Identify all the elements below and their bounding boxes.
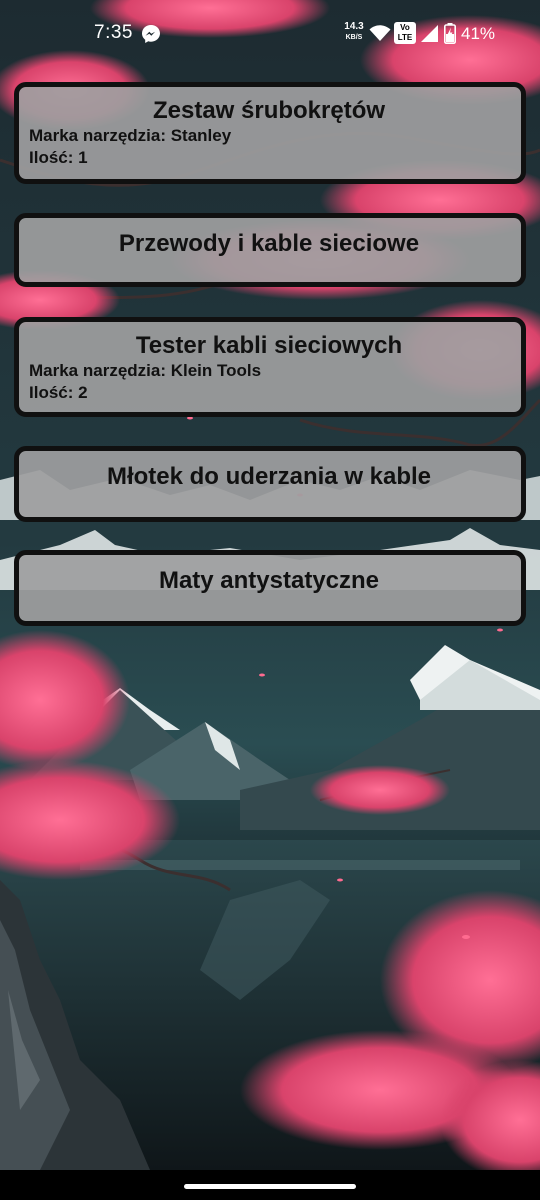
tool-name: Maty antystatyczne [158, 567, 380, 594]
tool-name: Zestaw śrubokrętów [152, 97, 386, 124]
network-speed-value: 14.3 [344, 21, 364, 32]
status-bar: 7:35 14.3 KB/S Vo LTE 41% [0, 0, 540, 68]
messenger-icon [142, 25, 160, 43]
volte-icon: Vo LTE [394, 22, 416, 44]
volte-top: Vo [400, 23, 410, 32]
battery-percent: 41% [461, 24, 496, 43]
volte-bottom: LTE [397, 33, 413, 42]
tool-card-cable-tester[interactable]: Tester kabli sieciowych Marka narzędzia:… [14, 317, 526, 417]
tool-card-network-cables[interactable]: Przewody i kable sieciowe [14, 213, 526, 287]
tool-card-punch-down-tool[interactable]: Młotek do uderzania w kable [14, 446, 526, 522]
navigation-bar [0, 1170, 540, 1200]
battery-charging-icon [444, 23, 456, 44]
tool-quantity: Ilość: 1 [29, 148, 88, 167]
wifi-icon [369, 25, 391, 41]
tool-brand: Marka narzędzia: Stanley [29, 126, 232, 145]
tool-card-antistatic-mats[interactable]: Maty antystatyczne [14, 550, 526, 626]
tool-brand: Marka narzędzia: Klein Tools [29, 361, 262, 380]
network-speed-unit: KB/S [345, 34, 363, 41]
tool-quantity: Ilość: 2 [29, 383, 88, 402]
tool-name: Tester kabli sieciowych [135, 332, 403, 359]
tool-name: Młotek do uderzania w kable [106, 463, 432, 490]
tool-card-screwdriver-set[interactable]: Zestaw śrubokrętów Marka narzędzia: Stan… [14, 82, 526, 184]
tool-name: Przewody i kable sieciowe [118, 230, 420, 257]
home-gesture-handle[interactable] [184, 1184, 356, 1189]
network-speed: 14.3 KB/S [339, 22, 369, 43]
signal-icon [421, 25, 438, 42]
status-time: 7:35 [94, 22, 133, 43]
